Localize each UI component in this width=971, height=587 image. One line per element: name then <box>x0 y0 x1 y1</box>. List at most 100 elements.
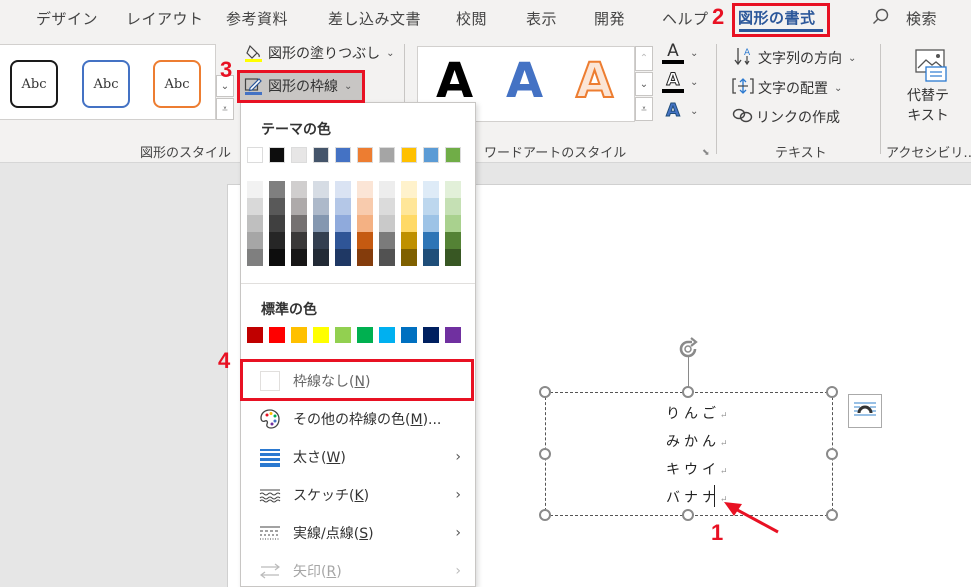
standard-color-swatch[interactable] <box>247 327 263 343</box>
tab-layout[interactable]: レイアウト <box>126 8 204 29</box>
theme-shade-swatch[interactable] <box>291 232 307 249</box>
wordart-style-3[interactable]: A <box>575 52 614 110</box>
theme-shade-swatch[interactable] <box>401 232 417 249</box>
theme-shade-swatch[interactable] <box>379 232 395 249</box>
theme-color-swatch[interactable] <box>313 147 329 163</box>
menu-item-more-outline-colors[interactable]: その他の枠線の色(M)... <box>251 403 473 435</box>
shape-style-swatch-2[interactable]: Abc <box>82 60 130 108</box>
standard-color-swatch[interactable] <box>269 327 285 343</box>
theme-color-swatch[interactable] <box>291 147 307 163</box>
theme-shade-swatch[interactable] <box>291 215 307 232</box>
resize-handle-e[interactable] <box>826 448 838 460</box>
theme-shade-swatch[interactable] <box>379 249 395 266</box>
standard-color-swatch[interactable] <box>291 327 307 343</box>
theme-color-swatch[interactable] <box>269 147 285 163</box>
shape-text-line[interactable]: キウイ↵ <box>666 459 728 479</box>
standard-color-swatch[interactable] <box>445 327 461 343</box>
shape-text-line[interactable]: みかん↵ <box>666 431 728 451</box>
theme-shade-swatch[interactable] <box>291 198 307 215</box>
theme-shade-swatch[interactable] <box>379 215 395 232</box>
resize-handle-n[interactable] <box>682 386 694 398</box>
tab-help[interactable]: ヘルプ <box>662 8 709 29</box>
theme-shade-swatch[interactable] <box>247 232 263 249</box>
menu-item-dashes[interactable]: 実線/点線(S) › <box>251 517 473 549</box>
theme-shade-swatch[interactable] <box>335 215 351 232</box>
wordart-style-1[interactable]: A <box>436 53 473 109</box>
theme-shade-swatch[interactable] <box>423 232 439 249</box>
standard-color-swatch[interactable] <box>357 327 373 343</box>
text-outline-button[interactable]: A ⌄ <box>662 71 698 93</box>
theme-shade-swatch[interactable] <box>291 249 307 266</box>
theme-shade-swatch[interactable] <box>335 232 351 249</box>
shape-style-swatch-3[interactable]: Abc <box>153 60 201 108</box>
theme-shade-swatch[interactable] <box>445 198 461 215</box>
search-icon[interactable] <box>872 8 890 26</box>
theme-shade-swatch[interactable] <box>269 215 285 232</box>
theme-shade-swatch[interactable] <box>291 181 307 198</box>
shape-text-line[interactable]: りんご↵ <box>666 403 728 423</box>
alt-text-button[interactable]: 代替テ キスト <box>898 48 958 128</box>
theme-shade-swatch[interactable] <box>401 215 417 232</box>
resize-handle-w[interactable] <box>539 448 551 460</box>
tab-review[interactable]: 校閲 <box>456 8 487 29</box>
text-effects-button[interactable]: A ⌄ <box>662 100 699 121</box>
theme-shade-swatch[interactable] <box>269 198 285 215</box>
align-text-button[interactable]: 文字の配置 ⌄ <box>732 76 842 100</box>
theme-shade-swatch[interactable] <box>269 249 285 266</box>
shape-fill-button[interactable]: 図形の塗りつぶし ⌄ <box>244 42 395 64</box>
theme-shade-swatch[interactable] <box>269 181 285 198</box>
menu-item-weight[interactable]: 太さ(W) › <box>251 441 473 473</box>
create-link-button[interactable]: リンクの作成 <box>732 106 840 128</box>
wordart-scroll-down[interactable]: ⌄ <box>635 72 653 96</box>
theme-shade-swatch[interactable] <box>335 198 351 215</box>
resize-handle-ne[interactable] <box>826 386 838 398</box>
gallery-more-button[interactable]: ⩡ <box>216 98 234 120</box>
standard-color-swatch[interactable] <box>313 327 329 343</box>
wordart-scroll-up[interactable]: ⌃ <box>635 46 653 71</box>
theme-shade-swatch[interactable] <box>269 232 285 249</box>
theme-shade-swatch[interactable] <box>313 249 329 266</box>
theme-shade-swatch[interactable] <box>247 249 263 266</box>
resize-handle-se[interactable] <box>826 509 838 521</box>
wordart-style-2[interactable]: A <box>506 53 543 109</box>
theme-shade-swatch[interactable] <box>423 215 439 232</box>
theme-shade-swatch[interactable] <box>313 232 329 249</box>
theme-color-swatch[interactable] <box>401 147 417 163</box>
menu-item-sketch[interactable]: スケッチ(K) › <box>251 479 473 511</box>
theme-shade-swatch[interactable] <box>247 198 263 215</box>
theme-shade-swatch[interactable] <box>401 249 417 266</box>
theme-color-swatch[interactable] <box>335 147 351 163</box>
theme-shade-swatch[interactable] <box>445 232 461 249</box>
resize-handle-sw[interactable] <box>539 509 551 521</box>
theme-shade-swatch[interactable] <box>423 181 439 198</box>
theme-shade-swatch[interactable] <box>357 215 373 232</box>
theme-shade-swatch[interactable] <box>313 215 329 232</box>
theme-shade-swatch[interactable] <box>357 198 373 215</box>
theme-shade-swatch[interactable] <box>445 181 461 198</box>
wordart-more-button[interactable]: ⩡ <box>635 97 653 121</box>
dialog-launcher-icon[interactable]: ⬊ <box>702 148 710 158</box>
theme-shade-swatch[interactable] <box>379 181 395 198</box>
shape-style-swatch-1[interactable]: Abc <box>10 60 58 108</box>
theme-color-swatch[interactable] <box>379 147 395 163</box>
tab-developer[interactable]: 開発 <box>594 8 625 29</box>
theme-shade-swatch[interactable] <box>357 181 373 198</box>
theme-shade-swatch[interactable] <box>313 181 329 198</box>
theme-shade-swatch[interactable] <box>357 232 373 249</box>
standard-color-swatch[interactable] <box>401 327 417 343</box>
theme-shade-swatch[interactable] <box>313 198 329 215</box>
text-direction-button[interactable]: A 文字列の方向 ⌄ <box>734 46 856 70</box>
theme-shade-swatch[interactable] <box>423 249 439 266</box>
theme-shade-swatch[interactable] <box>379 198 395 215</box>
theme-shade-swatch[interactable] <box>247 215 263 232</box>
tab-view[interactable]: 表示 <box>526 8 557 29</box>
standard-color-swatch[interactable] <box>423 327 439 343</box>
rotate-handle-icon[interactable] <box>675 336 701 362</box>
resize-handle-nw[interactable] <box>539 386 551 398</box>
theme-color-swatch[interactable] <box>357 147 373 163</box>
search-label[interactable]: 検索 <box>906 8 937 29</box>
theme-shade-swatch[interactable] <box>423 198 439 215</box>
theme-shade-swatch[interactable] <box>401 181 417 198</box>
theme-color-swatch[interactable] <box>445 147 461 163</box>
theme-color-swatch[interactable] <box>247 147 263 163</box>
